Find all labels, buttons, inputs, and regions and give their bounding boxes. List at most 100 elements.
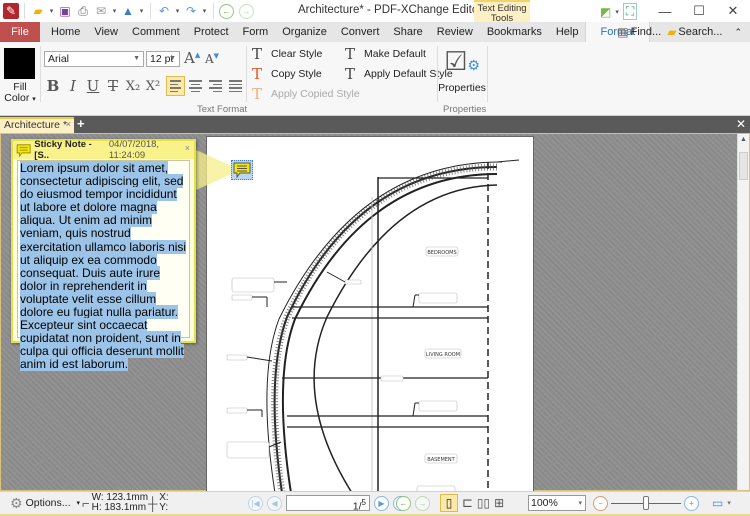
architecture-drawing: BEDROOMS LIVING ROOM BASEMENT (226, 159, 520, 491)
redo-dropdown-icon[interactable]: ▾ (201, 7, 208, 15)
facing-pages-icon[interactable]: ▯▯ (477, 496, 490, 510)
fullscreen-toggle[interactable]: ▭ ▾ (712, 496, 731, 510)
first-page-icon[interactable]: |◀ (248, 495, 263, 511)
scroll-thumb[interactable] (739, 152, 748, 180)
vertical-scrollbar[interactable]: ▲ (737, 134, 749, 490)
gear-icon: ⚙ (10, 494, 23, 511)
previous-view-icon[interactable]: ← (396, 495, 411, 511)
subscript-button[interactable]: X₂ (123, 75, 143, 97)
properties-button[interactable]: ☑⚙ Properties (438, 46, 486, 102)
sticky-note-header[interactable]: Sticky Note - [S.. 04/07/2018, 11:24:09 … (13, 139, 194, 161)
menu-form[interactable]: Form (236, 22, 276, 42)
forward-icon[interactable]: → (239, 3, 254, 19)
close-all-icon[interactable]: ✕ (736, 117, 746, 131)
align-center-button[interactable] (186, 76, 205, 96)
maximize-button[interactable]: ☐ (682, 0, 716, 22)
strikethrough-button[interactable]: T (103, 75, 123, 97)
clear-style-button[interactable]: T Clear Style (252, 45, 322, 63)
zoom-level-select[interactable]: 100% ▾ (528, 495, 586, 511)
print-icon[interactable]: ⎙ (75, 3, 91, 19)
scan-dropdown-icon[interactable]: ▾ (138, 7, 145, 15)
fullscreen-icon[interactable]: ⛶ (622, 3, 638, 20)
zoom-slider-thumb[interactable] (643, 495, 649, 510)
continuous-page-icon[interactable]: ⊏ (462, 495, 473, 511)
title-bar: ✎ ▰ ▾ ▣ ⎙ ✉ ▾ ▲ ▾ ↶ ▾ ↷ ▾ ← → Architecture* -… (0, 0, 750, 23)
menu-bookmarks[interactable]: Bookmarks (480, 22, 549, 42)
page-current: 1 (352, 500, 359, 513)
align-right-button[interactable] (206, 76, 225, 96)
collapse-ribbon-icon[interactable]: ⌃ (734, 27, 742, 38)
undo-icon[interactable]: ↶ (156, 3, 172, 19)
page-number-input[interactable]: 1/5 (286, 495, 370, 513)
options-button[interactable]: ⚙ Options... ▾ (10, 495, 80, 512)
fill-color-swatch[interactable] (4, 48, 35, 79)
pdf-page[interactable]: BEDROOMS LIVING ROOM BASEMENT (206, 136, 534, 492)
close-note-icon[interactable]: × (185, 143, 190, 153)
ui-options-dropdown-icon[interactable]: ▾ (615, 8, 619, 16)
tab-architecture[interactable]: Architecture * × (0, 117, 74, 133)
font-size-select[interactable]: 12 pt ▼ (146, 51, 180, 67)
grow-font-button[interactable]: A▲ (184, 49, 200, 67)
separator (150, 3, 151, 19)
email-icon[interactable]: ✉ (93, 3, 109, 19)
shrink-font-button[interactable]: A▼ (205, 52, 219, 66)
fill-color-button[interactable]: Fill Color ▾ (2, 82, 38, 105)
menu-protect[interactable]: Protect (187, 22, 236, 42)
new-tab-button[interactable]: + (77, 117, 85, 131)
page-height: H: 183.1mm (91, 502, 147, 513)
find-button[interactable]: ▤ Find... (617, 25, 661, 39)
continuous-facing-icon[interactable]: ⊞ (494, 496, 504, 510)
zoom-in-icon[interactable]: + (684, 495, 699, 511)
italic-button[interactable]: I (63, 75, 83, 97)
menu-convert[interactable]: Convert (334, 22, 387, 42)
undo-dropdown-icon[interactable]: ▾ (174, 7, 181, 15)
single-page-icon[interactable]: ▯ (440, 494, 458, 512)
dimensions-icon: ⌐ (82, 495, 90, 511)
apply-copied-style-button[interactable]: T Apply Copied Style (252, 85, 360, 103)
file-menu[interactable]: File (0, 22, 40, 42)
ui-options-icon[interactable]: ◩ (600, 5, 611, 19)
sticky-note-text-area[interactable]: Lorem ipsum dolor sit amet, consectetur … (17, 160, 190, 372)
zoom-out-icon[interactable]: − (593, 495, 608, 511)
close-tab-icon[interactable]: × (66, 118, 71, 131)
make-default-button[interactable]: T Make Default (345, 45, 426, 63)
open-folder-icon[interactable]: ▰ (30, 3, 46, 19)
menu-organize[interactable]: Organize (275, 22, 334, 42)
find-icon: ▤ (617, 25, 629, 39)
close-button[interactable]: ✕ (716, 0, 750, 22)
scan-icon[interactable]: ▲ (120, 3, 136, 19)
open-dropdown-icon[interactable]: ▾ (48, 7, 55, 15)
app-logo-icon[interactable]: ✎ (3, 3, 19, 19)
back-icon[interactable]: ← (219, 3, 234, 19)
next-view-icon[interactable]: → (415, 495, 430, 511)
save-icon[interactable]: ▣ (57, 3, 73, 19)
align-left-button[interactable] (166, 76, 185, 96)
menu-review[interactable]: Review (430, 22, 480, 42)
sticky-note-annotation[interactable] (231, 160, 253, 180)
copy-style-button[interactable]: T Copy Style (252, 65, 322, 83)
make-default-icon: T (345, 45, 356, 63)
chevron-down-icon: ▼ (169, 55, 176, 62)
tab-label: Architecture * (4, 119, 68, 131)
bold-button[interactable]: B (43, 75, 63, 97)
menu-share[interactable]: Share (386, 22, 429, 42)
fill-color-label: Fill Color (4, 81, 30, 104)
scroll-up-icon[interactable]: ▲ (740, 136, 747, 143)
email-dropdown-icon[interactable]: ▾ (111, 7, 118, 15)
sticky-note-popup[interactable]: Sticky Note - [S.. 04/07/2018, 11:24:09 … (11, 139, 196, 372)
search-button[interactable]: ▰ Search... (667, 25, 722, 39)
menu-help[interactable]: Help (549, 22, 586, 42)
apply-default-style-icon: T (345, 65, 356, 83)
align-justify-button[interactable] (226, 76, 245, 96)
menu-view[interactable]: View (87, 22, 125, 42)
zoom-slider[interactable] (611, 495, 681, 510)
minimize-button[interactable]: — (648, 0, 682, 22)
menu-comment[interactable]: Comment (125, 22, 187, 42)
previous-page-icon[interactable]: ◀ (267, 495, 282, 511)
next-page-icon[interactable]: ▶ (374, 495, 389, 511)
redo-icon[interactable]: ↷ (183, 3, 199, 19)
superscript-button[interactable]: X² (143, 75, 163, 97)
underline-button[interactable]: U (83, 75, 103, 97)
font-family-select[interactable]: Arial ▼ (44, 51, 144, 67)
menu-home[interactable]: Home (44, 22, 87, 42)
